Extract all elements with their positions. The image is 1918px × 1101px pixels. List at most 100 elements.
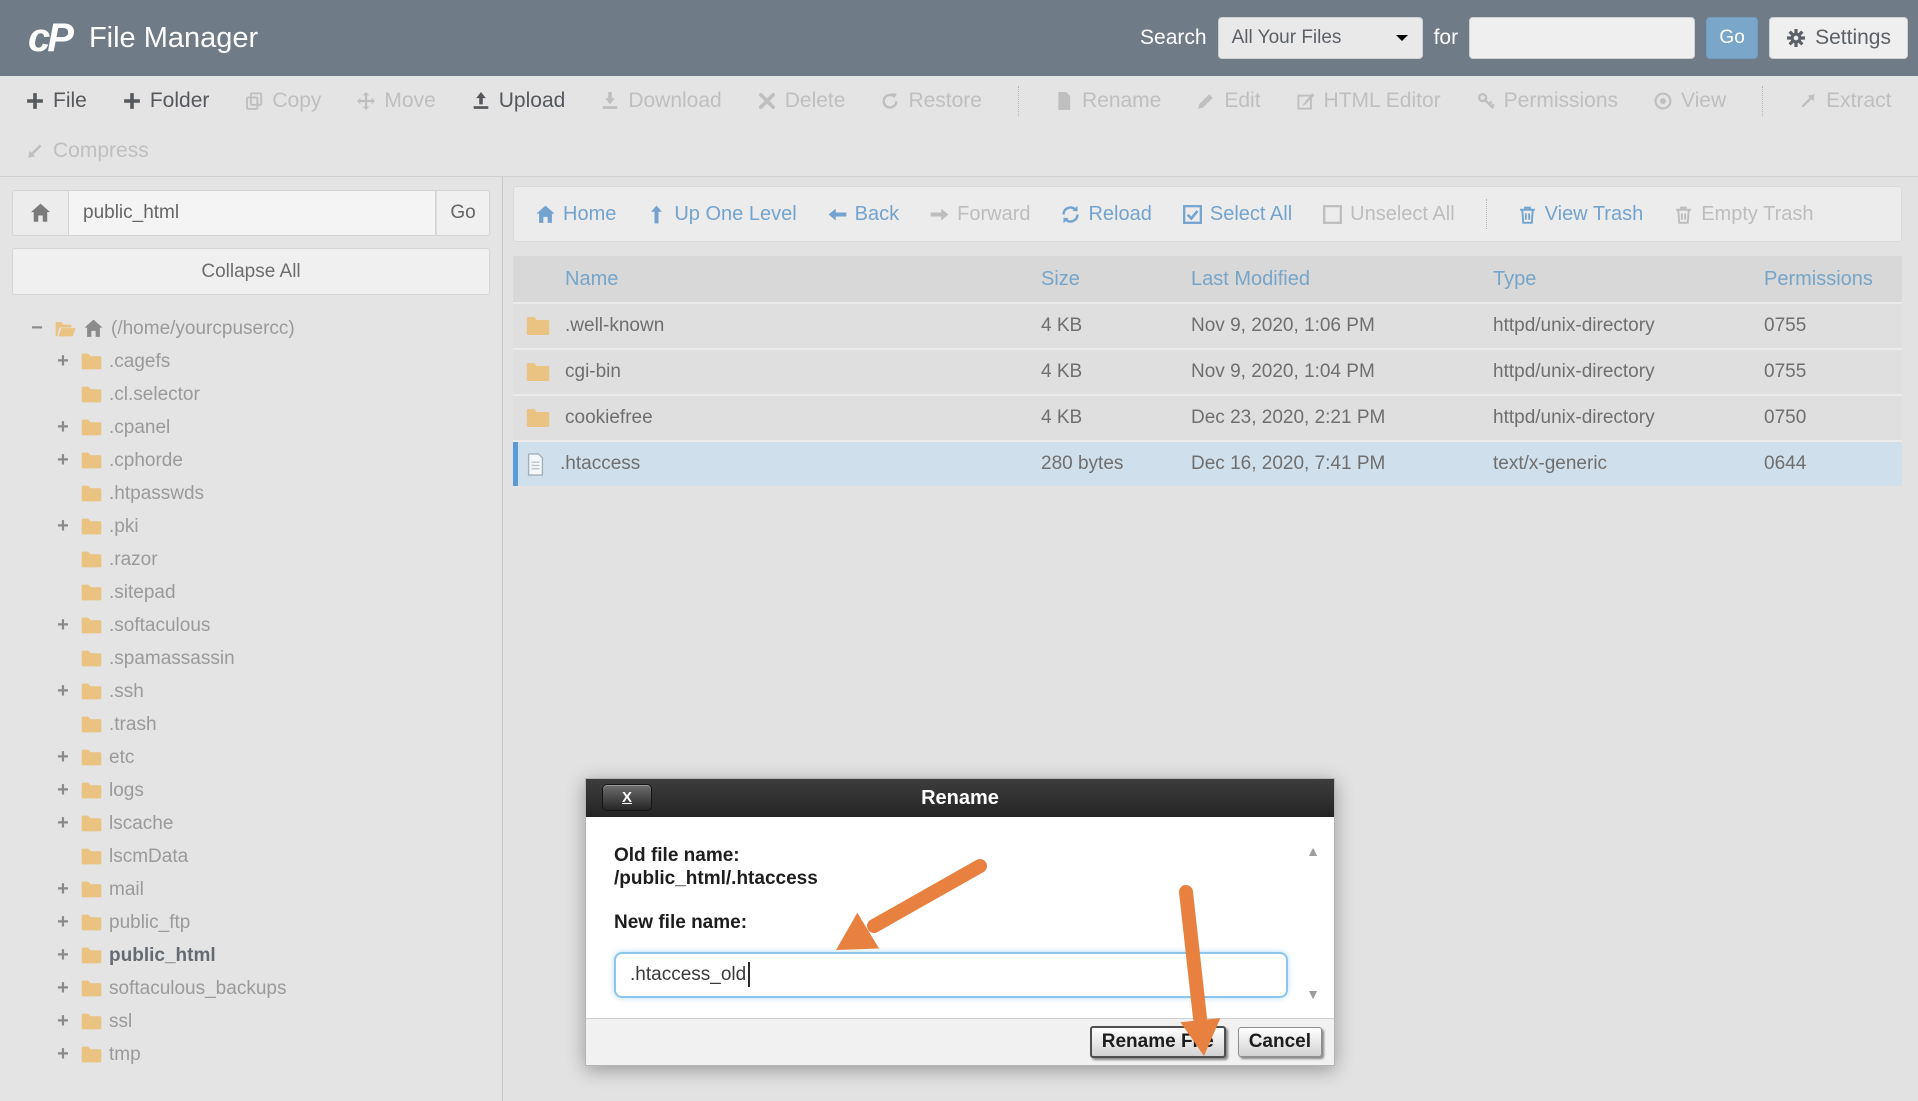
tree-item-lscache[interactable]: +lscache [0, 807, 502, 840]
new-file-name-input[interactable]: .htaccess_old [614, 952, 1288, 998]
toolbar-rename-button[interactable]: Rename [1055, 89, 1161, 113]
file-row-well-known[interactable]: .well-known 4 KB Nov 9, 2020, 1:06 PM ht… [513, 302, 1902, 348]
tree-item-softaculous-backups[interactable]: +softaculous_backups [0, 972, 502, 1005]
view-trash-button[interactable]: View Trash [1518, 203, 1644, 226]
tree-item-mail[interactable]: +mail [0, 873, 502, 906]
expand-icon[interactable]: + [52, 449, 74, 472]
search-scope-select[interactable]: All Your Files [1218, 17, 1423, 59]
toolbar-move-button[interactable]: Move [357, 89, 435, 113]
tree-item-ssl[interactable]: +ssl [0, 1005, 502, 1038]
tree-item-cl-selector[interactable]: .cl.selector [0, 378, 502, 411]
extract-icon [1799, 92, 1817, 110]
up-one-level-button[interactable]: Up One Level [647, 203, 796, 226]
tree-item-softaculous[interactable]: +.softaculous [0, 609, 502, 642]
folder-icon [526, 362, 550, 382]
tree-item-trash[interactable]: .trash [0, 708, 502, 741]
select-all-button[interactable]: Select All [1183, 203, 1292, 226]
file-row-cgi-bin[interactable]: cgi-bin 4 KB Nov 9, 2020, 1:04 PM httpd/… [513, 348, 1902, 394]
path-go-button[interactable]: Go [436, 190, 490, 236]
expand-icon[interactable]: + [52, 977, 74, 1000]
tree-item-public-ftp[interactable]: +public_ftp [0, 906, 502, 939]
path-input[interactable] [69, 190, 436, 236]
tree-item-ssh[interactable]: +.ssh [0, 675, 502, 708]
search-input[interactable] [1469, 17, 1695, 59]
home-path-button[interactable] [12, 190, 69, 236]
tree-item-lscmdata[interactable]: lscmData [0, 840, 502, 873]
tree-item-pki[interactable]: +.pki [0, 510, 502, 543]
collapse-all-button[interactable]: Collapse All [12, 248, 490, 295]
column-header-permissions[interactable]: Permissions [1764, 268, 1902, 291]
search-go-button[interactable]: Go [1706, 17, 1758, 59]
tree-item-htpasswds[interactable]: .htpasswds [0, 477, 502, 510]
unselect-all-button[interactable]: Unselect All [1323, 203, 1455, 226]
cancel-button[interactable]: Cancel [1238, 1027, 1322, 1057]
expand-icon[interactable]: + [52, 614, 74, 637]
tree-item-public-html[interactable]: +public_html [0, 939, 502, 972]
checkbox-checked-icon [1183, 205, 1202, 224]
download-icon [601, 92, 619, 110]
collapse-icon[interactable]: − [26, 317, 48, 340]
expand-icon[interactable]: + [52, 944, 74, 967]
folder-icon [81, 584, 102, 601]
expand-icon[interactable]: + [52, 878, 74, 901]
toolbar-file-button[interactable]: File [26, 89, 87, 113]
column-header-name[interactable]: Name [513, 268, 1041, 291]
tree-item-etc[interactable]: +etc [0, 741, 502, 774]
gear-icon [1786, 28, 1806, 48]
new-file-name-value: .htaccess_old [630, 964, 746, 986]
expand-icon[interactable]: + [52, 911, 74, 934]
dialog-close-button[interactable]: X [602, 784, 652, 811]
expand-icon[interactable]: + [52, 1043, 74, 1066]
toolbar-html-editor-button[interactable]: HTML Editor [1297, 89, 1441, 113]
scroll-down-icon[interactable]: ▼ [1306, 986, 1320, 1002]
toolbar-folder-button[interactable]: Folder [123, 89, 210, 113]
toolbar-delete-button[interactable]: Delete [758, 89, 846, 113]
folder-icon [81, 980, 102, 997]
toolbar-edit-button[interactable]: Edit [1197, 89, 1260, 113]
text-cursor [748, 962, 750, 987]
plus-icon [26, 92, 44, 110]
dialog-scrollbar[interactable]: ▲ ▼ [1302, 843, 1324, 1002]
forward-button[interactable]: Forward [930, 203, 1030, 226]
tree-item-spamassassin[interactable]: .spamassassin [0, 642, 502, 675]
toolbar-upload-button[interactable]: Upload [472, 89, 566, 113]
tree-item-cagefs[interactable]: +.cagefs [0, 345, 502, 378]
toolbar-restore-button[interactable]: Restore [881, 89, 982, 113]
expand-icon[interactable]: + [52, 779, 74, 802]
column-header-last-modified[interactable]: Last Modified [1191, 268, 1493, 291]
expand-icon[interactable]: + [52, 812, 74, 835]
tree-item-cphorde[interactable]: +.cphorde [0, 444, 502, 477]
empty-trash-button[interactable]: Empty Trash [1674, 203, 1813, 226]
rename-file-button[interactable]: Rename File [1090, 1026, 1226, 1058]
folder-icon [81, 947, 102, 964]
toolbar-copy-button[interactable]: Copy [245, 89, 321, 113]
file-row-cookiefree[interactable]: cookiefree 4 KB Dec 23, 2020, 2:21 PM ht… [513, 394, 1902, 440]
column-header-size[interactable]: Size [1041, 268, 1191, 291]
expand-icon[interactable]: + [52, 746, 74, 769]
tree-item-root[interactable]: − (/home/yourcpusercc) [0, 312, 502, 345]
back-button[interactable]: Back [828, 203, 899, 226]
search-scope-value: All Your Files [1232, 27, 1342, 49]
expand-icon[interactable]: + [52, 416, 74, 439]
toolbar-download-button[interactable]: Download [601, 89, 721, 113]
expand-icon[interactable]: + [52, 515, 74, 538]
reload-button[interactable]: Reload [1061, 203, 1151, 226]
file-row-htaccess-selected[interactable]: .htaccess 280 bytes Dec 16, 2020, 7:41 P… [513, 440, 1902, 486]
tree-item-logs[interactable]: +logs [0, 774, 502, 807]
expand-icon[interactable]: + [52, 680, 74, 703]
toolbar-permissions-button[interactable]: Permissions [1477, 89, 1618, 113]
tree-item-tmp[interactable]: +tmp [0, 1038, 502, 1071]
expand-icon[interactable]: + [52, 1010, 74, 1033]
toolbar-compress-button[interactable]: Compress [26, 139, 149, 163]
tree-item-cpanel[interactable]: +.cpanel [0, 411, 502, 444]
scroll-up-icon[interactable]: ▲ [1306, 843, 1320, 859]
tree-item-sitepad[interactable]: .sitepad [0, 576, 502, 609]
settings-button[interactable]: Settings [1769, 17, 1908, 59]
toolbar-extract-button[interactable]: Extract [1799, 89, 1891, 113]
home-button[interactable]: Home [536, 203, 616, 226]
expand-icon[interactable]: + [52, 350, 74, 373]
toolbar-row-2: Compress [26, 126, 1918, 176]
column-header-type[interactable]: Type [1493, 268, 1764, 291]
toolbar-view-button[interactable]: View [1654, 89, 1726, 113]
tree-item-razor[interactable]: .razor [0, 543, 502, 576]
